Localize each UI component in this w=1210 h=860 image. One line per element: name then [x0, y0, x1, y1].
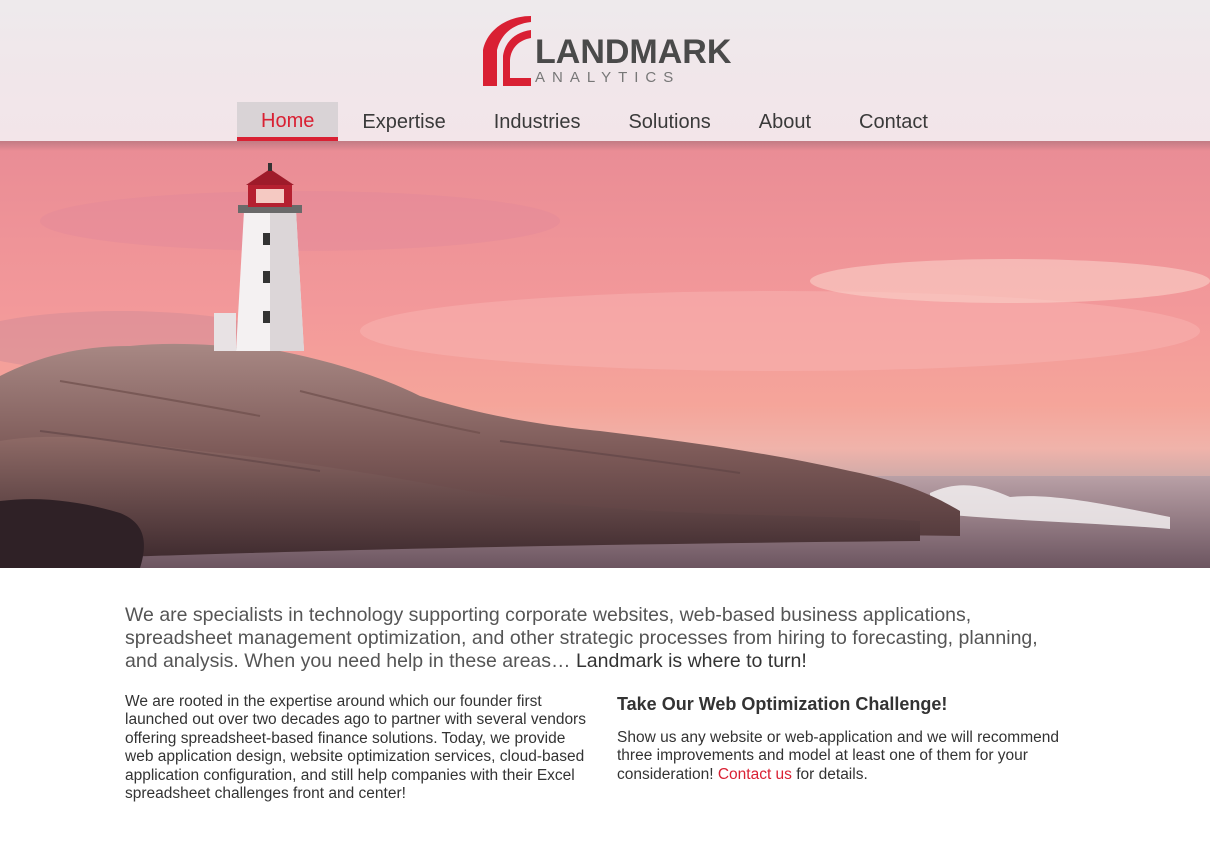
lighthouse-shape: [214, 163, 304, 351]
lighthouse-scene-image: [0, 163, 1210, 568]
challenge-text-after: for details.: [796, 765, 868, 783]
nav-item-about[interactable]: About: [735, 102, 835, 141]
about-paragraph: We are rooted in the expertise around wh…: [125, 693, 586, 803]
logo-wordmark: LANDMARK: [535, 33, 732, 71]
challenge-title: Take Our Web Optimization Challenge!: [617, 694, 948, 714]
nav-item-home[interactable]: Home: [237, 102, 339, 141]
logo-tagline: ANALYTICS: [535, 69, 681, 86]
challenge-paragraph: Show us any website or web-application a…: [617, 729, 1067, 784]
nav-item-industries[interactable]: Industries: [470, 102, 605, 141]
nav-item-expertise[interactable]: Expertise: [338, 102, 469, 141]
contact-us-link[interactable]: Contact us: [718, 766, 792, 783]
hero-top-shadow: [0, 141, 1210, 151]
challenge-block: Take Our Web Optimization Challenge! Sho…: [617, 693, 1067, 784]
main-nav: Home Expertise Industries Solutions Abou…: [237, 102, 952, 141]
logo-mark-icon: [483, 16, 531, 86]
logo[interactable]: LANDMARK ANALYTICS: [483, 14, 733, 90]
hero-banner: [0, 141, 1210, 568]
intro-paragraph: We are specialists in technology support…: [125, 604, 1045, 673]
intro-highlight: Landmark is where to turn!: [575, 650, 807, 672]
site-header: LANDMARK ANALYTICS Home Expertise Indust…: [0, 0, 1210, 141]
nav-item-solutions[interactable]: Solutions: [604, 102, 734, 141]
nav-item-contact[interactable]: Contact: [835, 102, 952, 141]
